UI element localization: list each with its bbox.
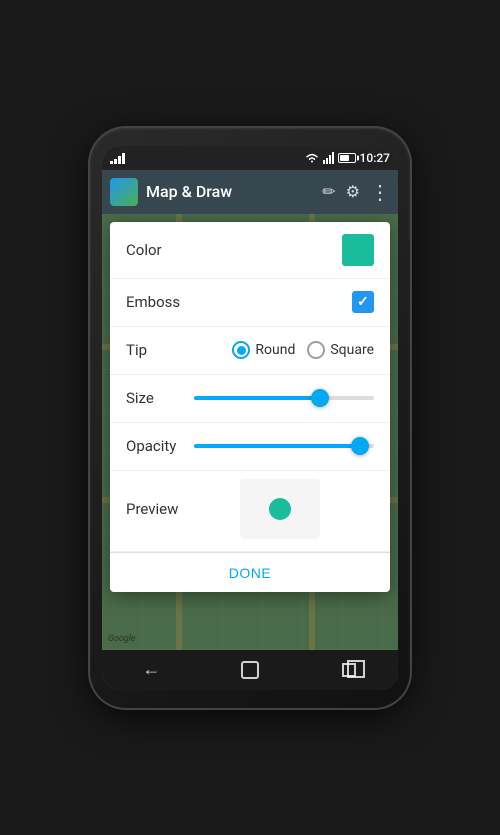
tip-square-label: Square	[330, 342, 374, 358]
size-row: Size	[110, 375, 390, 423]
emboss-content	[186, 291, 374, 313]
brush-settings-dialog: Color Emboss Tip	[110, 222, 390, 592]
preview-dot	[269, 498, 291, 520]
tip-square-option[interactable]: Square	[307, 341, 374, 359]
tip-row: Tip Round Square	[110, 327, 390, 375]
opacity-slider-track[interactable]	[194, 444, 374, 448]
size-slider-container	[194, 396, 374, 400]
dialog-footer: Done	[110, 552, 390, 592]
status-time: 10:27	[360, 151, 390, 165]
emboss-row: Emboss	[110, 279, 390, 327]
settings-icon[interactable]: ⚙	[346, 182, 360, 201]
battery-icon	[338, 153, 356, 163]
phone-screen: 10:27 Map & Draw ✏ ⚙ ⋮ Google	[102, 146, 398, 690]
edit-icon[interactable]: ✏	[322, 182, 335, 201]
tip-round-option[interactable]: Round	[232, 341, 295, 359]
signal-bars-icon	[110, 152, 125, 164]
status-right: 10:27	[305, 151, 390, 165]
wifi-icon	[305, 153, 319, 163]
status-left	[110, 152, 125, 164]
preview-row: Preview	[110, 471, 390, 552]
size-label: Size	[126, 389, 186, 407]
tip-round-label: Round	[255, 342, 295, 358]
opacity-slider-thumb[interactable]	[351, 437, 369, 455]
tip-label: Tip	[126, 341, 186, 359]
cell-signal-icon	[323, 152, 334, 164]
recents-icon	[342, 663, 356, 677]
nav-bar: ←	[102, 650, 398, 690]
size-slider-thumb[interactable]	[311, 389, 329, 407]
size-slider-track[interactable]	[194, 396, 374, 400]
tip-square-radio[interactable]	[307, 341, 325, 359]
size-slider-fill	[194, 396, 320, 400]
home-button[interactable]	[230, 650, 270, 690]
emboss-label: Emboss	[126, 293, 186, 311]
recents-button[interactable]	[329, 650, 369, 690]
back-icon: ←	[142, 659, 160, 680]
phone-device: 10:27 Map & Draw ✏ ⚙ ⋮ Google	[90, 128, 410, 708]
opacity-slider-container	[194, 444, 374, 448]
tip-content: Round Square	[186, 341, 374, 359]
tip-radio-group: Round Square	[232, 341, 374, 359]
home-icon	[241, 661, 259, 679]
emboss-checkbox[interactable]	[352, 291, 374, 313]
app-bar-actions: ✏ ⚙ ⋮	[322, 180, 390, 204]
app-title: Map & Draw	[146, 182, 314, 201]
status-bar: 10:27	[102, 146, 398, 170]
dialog-overlay: Color Emboss Tip	[102, 214, 398, 650]
preview-content	[186, 479, 374, 539]
app-bar: Map & Draw ✏ ⚙ ⋮	[102, 170, 398, 214]
tip-round-radio[interactable]	[232, 341, 250, 359]
color-row: Color	[110, 222, 390, 279]
map-area: Google Color Emboss	[102, 214, 398, 650]
opacity-slider-fill	[194, 444, 360, 448]
app-icon	[110, 178, 138, 206]
preview-box	[240, 479, 320, 539]
color-content	[186, 234, 374, 266]
opacity-label: Opacity	[126, 437, 186, 455]
back-button[interactable]: ←	[131, 650, 171, 690]
opacity-row: Opacity	[110, 423, 390, 471]
color-label: Color	[126, 241, 186, 259]
more-options-icon[interactable]: ⋮	[370, 180, 390, 204]
color-swatch[interactable]	[342, 234, 374, 266]
done-button[interactable]: Done	[229, 565, 271, 581]
preview-label: Preview	[126, 500, 186, 518]
